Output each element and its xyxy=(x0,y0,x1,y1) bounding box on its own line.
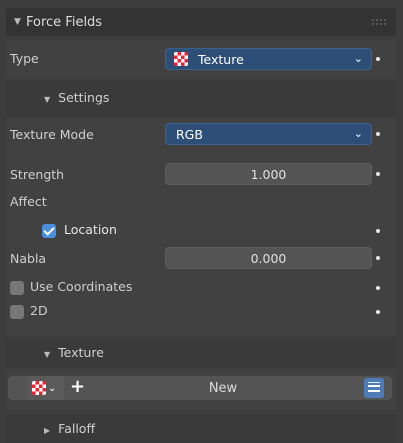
drag-grip-icon[interactable] xyxy=(372,19,386,25)
force-fields-header[interactable]: ▼ Force Fields xyxy=(6,8,396,36)
affect-label: Affect xyxy=(10,194,47,209)
animate-property-dot[interactable] xyxy=(376,256,380,260)
location-checkbox[interactable] xyxy=(42,224,56,238)
nabla-value: 0.000 xyxy=(250,250,287,266)
settings-title: Settings xyxy=(58,90,110,105)
collapse-triangle-right-icon: ▶ xyxy=(44,426,51,435)
texture-subpanel-title: Texture xyxy=(58,345,104,360)
force-fields-panel: ▼ Force Fields Type Texture ⌄ ▼ Settings … xyxy=(0,0,403,443)
texture-mode-value: RGB xyxy=(176,126,203,142)
texture-selector-row: ⌄ + New xyxy=(6,370,396,410)
animate-property-dot[interactable] xyxy=(376,132,380,136)
falloff-header: ▶ Falloff xyxy=(44,421,95,436)
collapse-triangle-icon: ▼ xyxy=(44,350,51,359)
use-coordinates-label[interactable]: Use Coordinates xyxy=(30,279,132,294)
collapse-triangle-icon: ▼ xyxy=(44,95,51,104)
texture-properties-icon[interactable] xyxy=(364,378,384,398)
new-texture-label: New xyxy=(208,380,238,396)
settings-body: Texture Mode RGB ⌄ Strength 1.000 Affect… xyxy=(6,118,396,336)
chevron-down-icon: ⌄ xyxy=(353,52,363,65)
texture-subpanel-header[interactable]: ▼ Texture xyxy=(6,338,396,368)
location-label[interactable]: Location xyxy=(64,222,117,237)
animate-property-dot[interactable] xyxy=(376,229,380,233)
strength-value: 1.000 xyxy=(250,166,287,182)
panel-title: Force Fields xyxy=(26,14,103,30)
plus-icon[interactable]: + xyxy=(70,377,85,397)
animate-property-dot[interactable] xyxy=(376,172,380,176)
nabla-field[interactable]: 0.000 xyxy=(165,247,372,269)
texture-mode-label: Texture Mode xyxy=(10,127,94,142)
type-label: Type xyxy=(10,51,39,66)
texture-mode-dropdown[interactable]: RGB ⌄ xyxy=(165,123,372,145)
settings-subpanel-header[interactable]: ▼ Settings xyxy=(6,80,396,116)
chevron-down-icon: ⌄ xyxy=(48,382,57,394)
nabla-label: Nabla xyxy=(10,251,47,266)
settings-header: ▼ Settings xyxy=(44,90,109,105)
type-dropdown-value: Texture xyxy=(198,51,244,67)
2d-checkbox[interactable] xyxy=(10,305,24,319)
use-coordinates-checkbox[interactable] xyxy=(10,281,24,295)
chevron-down-icon: ⌄ xyxy=(353,127,363,140)
texture-checker-icon xyxy=(174,52,188,66)
animate-property-dot[interactable] xyxy=(376,286,380,290)
strength-label: Strength xyxy=(10,167,65,182)
type-dropdown[interactable]: Texture ⌄ xyxy=(165,48,372,70)
collapse-triangle-icon: ▼ xyxy=(14,17,21,27)
animate-property-dot[interactable] xyxy=(376,310,380,314)
type-section: Type Texture ⌄ xyxy=(6,40,396,78)
falloff-subpanel-header[interactable]: ▶ Falloff xyxy=(6,414,396,443)
texture-browse-button[interactable]: ⌄ xyxy=(28,376,64,400)
new-texture-button[interactable]: New xyxy=(90,376,356,400)
texture-header: ▼ Texture xyxy=(44,345,104,360)
falloff-title: Falloff xyxy=(58,421,96,436)
animate-property-dot[interactable] xyxy=(376,57,380,61)
2d-label[interactable]: 2D xyxy=(30,303,48,318)
strength-field[interactable]: 1.000 xyxy=(165,163,372,185)
texture-checker-icon xyxy=(32,381,46,395)
